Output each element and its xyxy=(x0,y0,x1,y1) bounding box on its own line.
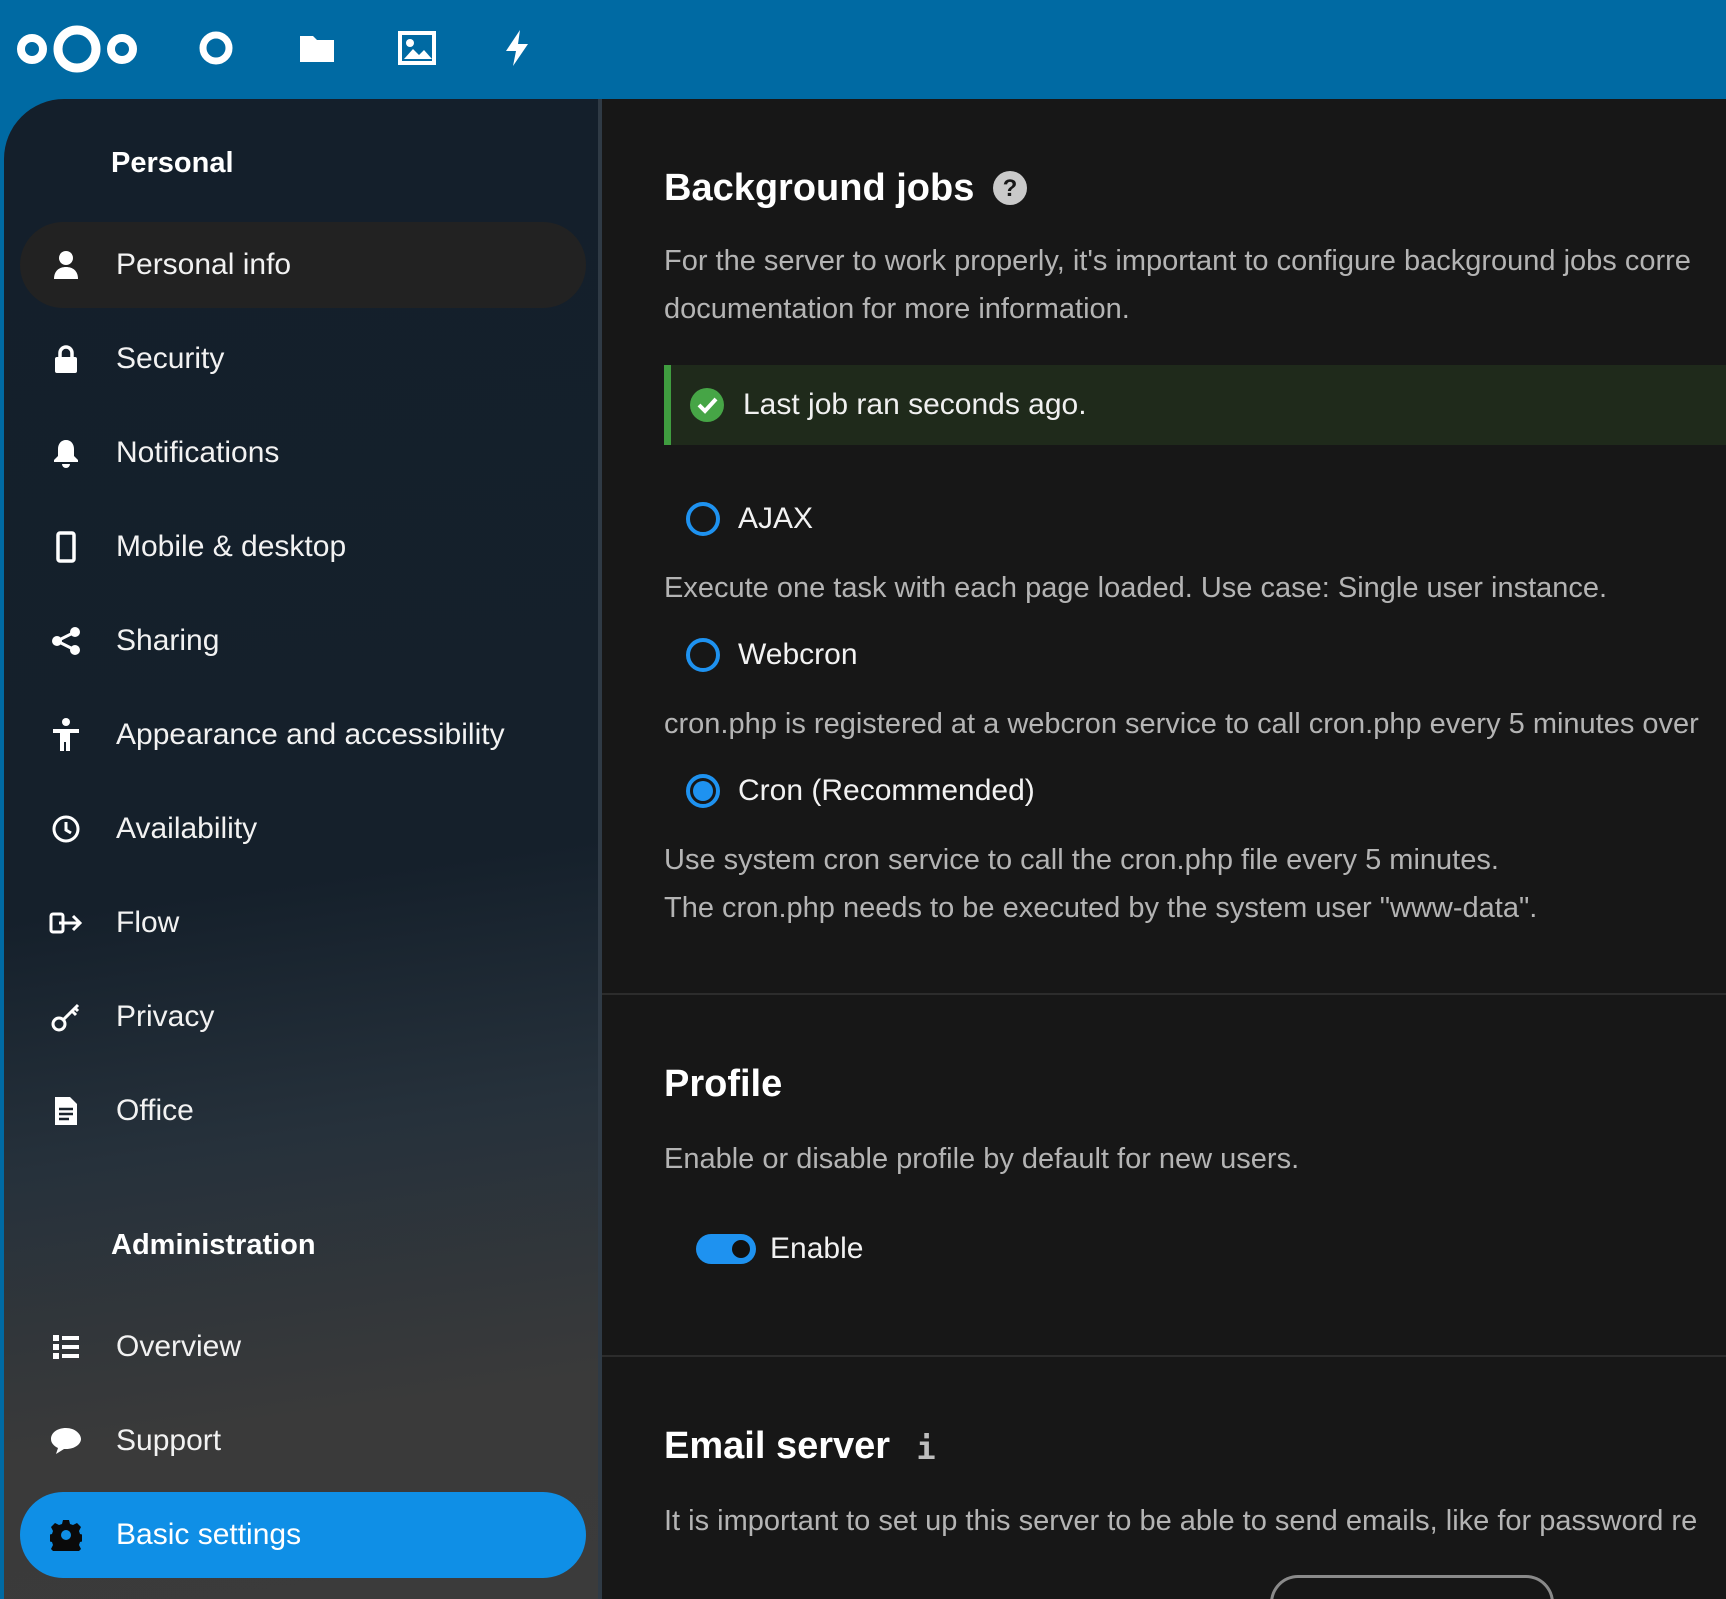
settings-content: Background jobs ? For the server to work… xyxy=(602,99,1726,1599)
clock-icon xyxy=(46,809,86,849)
radio-button[interactable] xyxy=(686,638,720,672)
radio-cron[interactable]: Cron (Recommended) xyxy=(686,774,1035,808)
ajax-description: Execute one task with each page loaded. … xyxy=(664,572,1608,604)
cron-note: The cron.php needs to be executed by the… xyxy=(664,892,1538,924)
info-icon[interactable]: i xyxy=(914,1429,938,1465)
profile-title: Profile xyxy=(664,1063,783,1105)
toggle-label: Enable xyxy=(770,1232,864,1265)
sidebar-item-label: Security xyxy=(116,342,225,375)
radio-label: AJAX xyxy=(738,502,814,535)
gear-icon xyxy=(46,1515,86,1555)
user-icon xyxy=(46,245,86,285)
sidebar-item-label: Notifications xyxy=(116,436,280,469)
sidebar-item-availability[interactable]: Availability xyxy=(20,786,586,872)
sidebar-item-support[interactable]: Support xyxy=(20,1398,586,1484)
email-server-title: Email server xyxy=(664,1425,891,1467)
profile-description: Enable or disable profile by default for… xyxy=(664,1143,1300,1175)
webcron-description: cron.php is registered at a webcron serv… xyxy=(664,708,1699,740)
key-icon xyxy=(46,997,86,1037)
sidebar-item-sharing[interactable]: Sharing xyxy=(20,598,586,684)
radio-ajax[interactable]: AJAX xyxy=(686,502,813,536)
document-icon xyxy=(46,1091,86,1131)
svg-text:i: i xyxy=(916,1429,935,1465)
sidebar-item-label: Availability xyxy=(116,812,258,845)
nextcloud-logo[interactable] xyxy=(14,22,140,76)
background-jobs-description-line1: For the server to work properly, it's im… xyxy=(664,245,1691,277)
flow-icon xyxy=(46,903,86,943)
accessibility-icon xyxy=(46,715,86,755)
sidebar-item-mobile-desktop[interactable]: Mobile & desktop xyxy=(20,504,586,590)
sidebar-item-label: Basic settings xyxy=(116,1518,302,1551)
sidebar-item-label: Appearance and accessibility xyxy=(116,718,505,751)
personal-heading: Personal xyxy=(111,147,234,179)
activity-app-icon[interactable] xyxy=(497,28,537,68)
sidebar-item-label: Office xyxy=(116,1094,194,1127)
radio-label: Cron (Recommended) xyxy=(738,774,1035,807)
sidebar-item-notifications[interactable]: Notifications xyxy=(20,410,586,496)
sidebar-item-label: Support xyxy=(116,1424,222,1457)
administration-heading: Administration xyxy=(111,1229,316,1261)
help-icon[interactable]: ? xyxy=(992,170,1028,206)
section-divider xyxy=(602,993,1726,995)
sidebar-item-security[interactable]: Security xyxy=(20,316,586,402)
list-icon xyxy=(46,1327,86,1367)
radio-webcron[interactable]: Webcron xyxy=(686,638,858,672)
share-icon xyxy=(46,621,86,661)
radio-button-selected[interactable] xyxy=(686,774,720,808)
section-divider xyxy=(602,1355,1726,1357)
files-app-icon[interactable] xyxy=(297,28,337,68)
email-server-description: It is important to set up this server to… xyxy=(664,1505,1698,1537)
sidebar-item-label: Flow xyxy=(116,906,180,939)
sidebar-item-label: Overview xyxy=(116,1330,242,1363)
photos-app-icon[interactable] xyxy=(397,28,437,68)
bell-icon xyxy=(46,433,86,473)
background-jobs-title: Background jobs xyxy=(664,167,975,209)
sidebar-item-office[interactable]: Office xyxy=(20,1068,586,1154)
sidebar-item-label: Mobile & desktop xyxy=(116,530,347,563)
sidebar-item-privacy[interactable]: Privacy xyxy=(20,974,586,1060)
sidebar-item-flow[interactable]: Flow xyxy=(20,880,586,966)
check-circle-icon xyxy=(690,388,724,422)
phone-icon xyxy=(46,527,86,567)
job-status-text: Last job ran seconds ago. xyxy=(743,388,1087,421)
sidebar-item-personal-info[interactable]: Personal info xyxy=(20,222,586,308)
cron-description: Use system cron service to call the cron… xyxy=(664,844,1499,876)
settings-sidebar: Personal Personal info Security Notifica… xyxy=(4,99,602,1599)
job-status-notice: Last job ran seconds ago. xyxy=(664,365,1726,445)
sidebar-item-appearance[interactable]: Appearance and accessibility xyxy=(20,692,586,778)
dashboard-app-icon[interactable] xyxy=(196,28,236,68)
top-header xyxy=(0,0,1726,99)
svg-text:?: ? xyxy=(1003,175,1018,202)
background-jobs-description-line2: documentation for more information. xyxy=(664,293,1130,325)
profile-enable-toggle[interactable]: Enable xyxy=(696,1232,863,1266)
toggle-switch[interactable] xyxy=(696,1234,756,1264)
sidebar-item-label: Personal info xyxy=(116,248,292,281)
radio-button[interactable] xyxy=(686,502,720,536)
sidebar-item-overview[interactable]: Overview xyxy=(20,1304,586,1390)
lock-icon xyxy=(46,339,86,379)
sidebar-item-basic-settings[interactable]: Basic settings xyxy=(20,1492,586,1578)
sidebar-item-label: Sharing xyxy=(116,624,220,657)
chat-icon xyxy=(46,1421,86,1461)
radio-label: Webcron xyxy=(738,638,858,671)
sidebar-item-label: Privacy xyxy=(116,1000,215,1033)
email-server-button[interactable] xyxy=(1270,1575,1554,1599)
